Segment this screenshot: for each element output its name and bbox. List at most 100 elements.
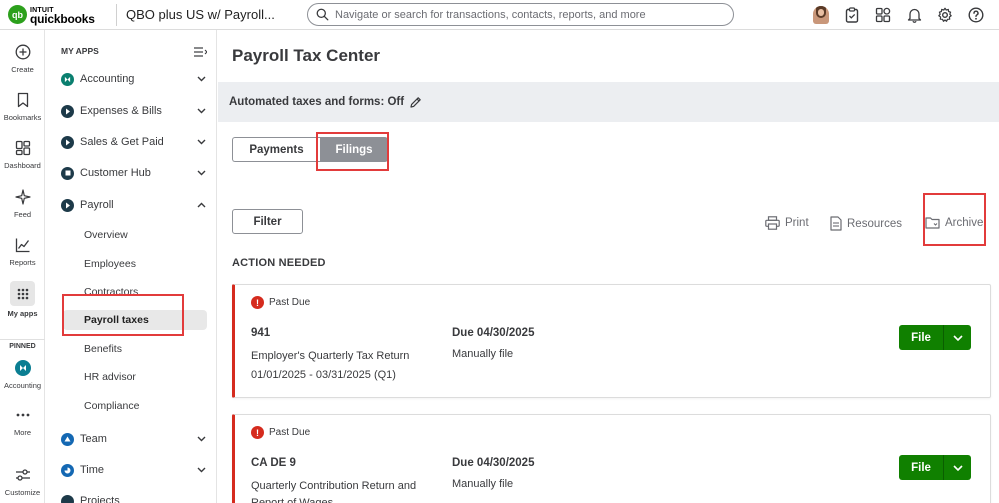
global-search[interactable] — [307, 3, 734, 26]
filter-button[interactable]: Filter — [232, 209, 303, 234]
sidebar-sub-employees[interactable]: Employees — [84, 254, 136, 274]
print-label: Print — [785, 217, 809, 229]
customer-hub-app-icon — [61, 166, 74, 180]
payments-filings-toggle: Payments Filings — [232, 137, 388, 162]
rail-label: Customize — [4, 488, 41, 497]
sidebar-item-projects[interactable]: Projects — [61, 491, 206, 503]
rail-reports[interactable]: Reports — [0, 236, 45, 267]
pinned-section: PINNED — [0, 339, 45, 350]
apps-sidebar: MY APPS Accounting Expenses & Bills Sale… — [46, 30, 217, 503]
sidebar-item-expenses[interactable]: Expenses & Bills — [61, 101, 206, 121]
rail-feed[interactable]: Feed — [0, 188, 45, 219]
sidebar-sub-compliance[interactable]: Compliance — [84, 396, 139, 416]
chevron-down-icon — [197, 170, 206, 176]
bell-icon[interactable] — [905, 6, 923, 24]
sidebar-item-label: Projects — [80, 495, 120, 503]
help-icon[interactable] — [967, 6, 985, 24]
payroll-app-icon — [61, 198, 74, 212]
sidebar-item-label: Time — [80, 464, 105, 476]
search-icon — [316, 8, 329, 21]
tab-payments[interactable]: Payments — [232, 137, 320, 162]
form-period: 01/01/2025 - 03/31/2025 (Q1) — [251, 369, 396, 381]
user-avatar[interactable] — [812, 6, 830, 24]
gear-icon[interactable] — [936, 6, 954, 24]
rail-label: More — [13, 428, 32, 437]
sidebar-item-time[interactable]: Time — [61, 460, 206, 480]
chevron-down-icon — [197, 108, 206, 114]
file-options-button[interactable] — [943, 325, 971, 350]
pencil-edit-icon[interactable] — [409, 96, 422, 109]
banner-text: Automated taxes and forms: Off — [229, 96, 405, 108]
clipboard-icon[interactable] — [843, 6, 861, 24]
sidebar-sub-contractors[interactable]: Contractors — [84, 282, 138, 302]
filing-method: Manually file — [452, 478, 514, 490]
grid-icon — [10, 281, 35, 306]
sidebar-item-label: Expenses & Bills — [80, 105, 162, 117]
apps-switch-icon[interactable] — [874, 6, 892, 24]
logo-line-2: quickbooks — [30, 11, 95, 26]
rail-label: Feed — [13, 210, 32, 219]
plus-circle-icon — [0, 43, 45, 61]
sidebar-item-label: Payroll — [80, 199, 114, 211]
chevron-down-icon — [197, 76, 206, 82]
rail-my-apps[interactable]: My apps — [0, 281, 45, 318]
collapse-menu-icon[interactable] — [194, 46, 208, 60]
bookmark-icon — [0, 91, 45, 109]
tab-filings[interactable]: Filings — [320, 137, 388, 162]
rail-dashboard[interactable]: Dashboard — [0, 139, 45, 170]
rail-label: Dashboard — [4, 161, 41, 170]
form-name: CA DE 9 — [251, 457, 296, 469]
sidebar-item-label: Accounting — [80, 73, 135, 85]
file-button[interactable]: File — [899, 455, 943, 480]
left-rail: Create Bookmarks Dashboard Feed Reports … — [0, 30, 45, 503]
chevron-down-icon — [197, 436, 206, 442]
file-options-button[interactable] — [943, 455, 971, 480]
rail-label: Create — [11, 65, 34, 74]
rail-create[interactable]: Create — [0, 43, 45, 74]
sidebar-item-label: Team — [80, 433, 107, 445]
chevron-down-icon — [197, 139, 206, 145]
resources-link[interactable]: Resources — [830, 216, 902, 231]
sidebar-item-label: Sales & Get Paid — [80, 136, 164, 148]
due-date: Due 04/30/2025 — [452, 327, 535, 339]
alert-icon: ! — [251, 426, 264, 439]
sidebar-sub-benefits[interactable]: Benefits — [84, 339, 122, 359]
rail-more[interactable]: More — [0, 406, 45, 437]
more-dots-icon — [0, 406, 45, 424]
filing-method: Manually file — [452, 348, 514, 360]
sparkle-icon — [0, 188, 45, 206]
rail-customize[interactable]: Customize — [0, 466, 45, 497]
chart-line-icon — [0, 236, 45, 254]
pinned-heading: PINNED — [9, 343, 36, 350]
sidebar-sub-hr-advisor[interactable]: HR advisor — [84, 367, 136, 387]
company-name[interactable]: QBO plus US w/ Payroll... — [116, 3, 306, 26]
sidebar-item-label: Customer Hub — [80, 167, 151, 179]
status-text: Past Due — [269, 297, 311, 308]
rail-label: My apps — [7, 309, 38, 318]
status-badge: ! Past Due — [251, 426, 310, 439]
time-app-icon — [61, 463, 74, 477]
rail-label: Bookmarks — [3, 113, 42, 122]
accounting-app-icon — [61, 72, 74, 86]
automation-banner: Automated taxes and forms: Off — [218, 82, 999, 122]
sidebar-item-customer-hub[interactable]: Customer Hub — [61, 163, 206, 183]
filing-card: ! Past Due CA DE 9 Quarterly Contributio… — [232, 414, 991, 503]
resources-label: Resources — [847, 217, 902, 230]
status-text: Past Due — [269, 427, 311, 438]
print-link[interactable]: Print — [765, 216, 809, 230]
sidebar-item-team[interactable]: Team — [61, 429, 206, 449]
rail-label: Reports — [9, 258, 36, 267]
document-icon — [830, 216, 842, 231]
rail-bookmarks[interactable]: Bookmarks — [0, 91, 45, 122]
search-input[interactable] — [335, 8, 715, 21]
sidebar-sub-payroll-taxes[interactable]: Payroll taxes — [63, 310, 207, 330]
sidebar-sub-overview[interactable]: Overview — [84, 225, 128, 245]
file-button[interactable]: File — [899, 325, 943, 350]
sidebar-item-accounting[interactable]: Accounting — [61, 69, 206, 89]
rail-label: Accounting — [3, 381, 42, 390]
rail-pinned-accounting[interactable]: Accounting — [0, 359, 45, 390]
sidebar-item-sales[interactable]: Sales & Get Paid — [61, 132, 206, 152]
sidebar-item-payroll[interactable]: Payroll — [61, 195, 206, 215]
quickbooks-logo[interactable]: qb INTUIT quickbooks — [0, 0, 116, 30]
archive-link[interactable]: Archive — [925, 216, 983, 229]
